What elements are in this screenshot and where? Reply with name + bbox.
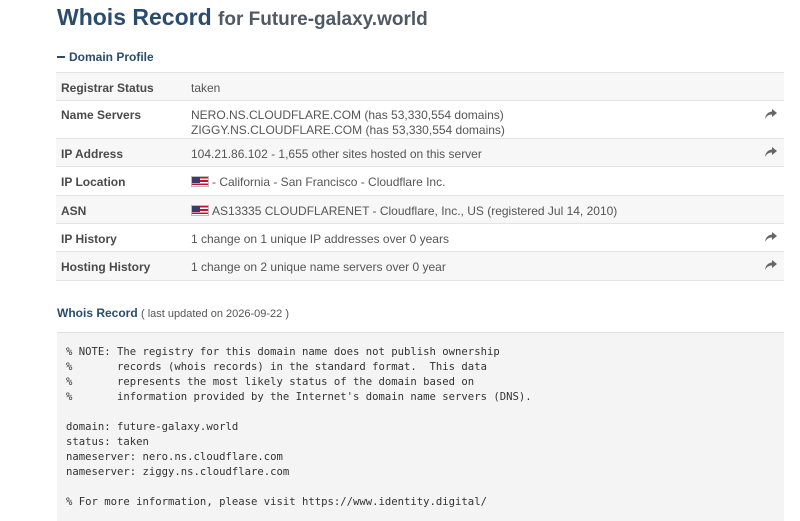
profile-row-value: 1 change on 2 unique name servers over 0… (191, 252, 784, 280)
domain-profile-label: Domain Profile (69, 50, 154, 64)
profile-row-value: taken (191, 73, 784, 100)
us-flag-icon (191, 176, 209, 187)
profile-row-value-line: taken (191, 81, 784, 95)
profile-row: IP Address 104.21.86.102 - 1,655 other si… (56, 139, 784, 167)
page-title-main: Whois Record (57, 4, 212, 30)
profile-row-value-line: NERO.NS.CLOUDFLARE.COM (has 53,330,554 d… (191, 108, 784, 123)
whois-raw-text: % NOTE: The registry for this domain nam… (66, 346, 532, 508)
profile-row-value-line: - California - San Francisco - Cloudflar… (191, 175, 784, 189)
whois-record-title: Whois Record (57, 306, 138, 320)
profile-row: Hosting History 1 change on 2 unique name… (56, 252, 784, 281)
profile-row-value: - California - San Francisco - Cloudflar… (191, 167, 784, 195)
share-arrow-icon[interactable] (764, 146, 778, 158)
page-title-domain: for Future-galaxy.world (218, 9, 428, 30)
profile-row: IP Location - California - San Francisco … (56, 167, 784, 196)
whois-record-heading: Whois Record ( last updated on 2026-09-2… (57, 306, 289, 320)
profile-row-label: IP Location (61, 175, 126, 189)
us-flag-icon (191, 205, 209, 216)
domain-profile-table: Registrar Status taken Name Servers NERO.NS… (56, 72, 784, 281)
share-arrow-icon[interactable] (764, 108, 778, 120)
profile-row-value-line: AS13335 CLOUDFLARENET - Cloudflare, Inc.… (191, 204, 784, 218)
profile-row-value-text: 1 change on 1 unique IP addresses over 0… (191, 232, 449, 246)
share-arrow-icon[interactable] (764, 231, 778, 243)
share-arrow-icon[interactable] (764, 259, 778, 271)
profile-row-value-text: ZIGGY.NS.CLOUDFLARE.COM (has 53,330,554 … (191, 123, 505, 137)
profile-row-value: NERO.NS.CLOUDFLARE.COM (has 53,330,554 d… (191, 101, 784, 138)
profile-row-value-line: 1 change on 1 unique IP addresses over 0… (191, 232, 784, 246)
profile-row-value-text: 104.21.86.102 - 1,655 other sites hosted… (191, 147, 482, 161)
profile-row-value-text: - California - San Francisco - Cloudflar… (212, 175, 446, 189)
whois-last-updated: ( last updated on 2026-09-22 ) (141, 308, 290, 320)
profile-row-label: IP Address (61, 147, 124, 161)
profile-row: Name Servers NERO.NS.CLOUDFLARE.COM (has … (56, 101, 784, 139)
whois-raw-record: % NOTE: The registry for this domain nam… (57, 332, 784, 521)
page-title: Whois Record for Future-galaxy.world (57, 4, 428, 31)
profile-row-value-text: NERO.NS.CLOUDFLARE.COM (has 53,330,554 d… (191, 108, 504, 122)
profile-row-value-line: 104.21.86.102 - 1,655 other sites hosted… (191, 147, 784, 161)
profile-row-label: Registrar Status (61, 81, 154, 95)
profile-row-value: 104.21.86.102 - 1,655 other sites hosted… (191, 139, 784, 166)
profile-row-value-text: 1 change on 2 unique name servers over 0… (191, 260, 446, 274)
profile-row-value-line: ZIGGY.NS.CLOUDFLARE.COM (has 53,330,554 … (191, 123, 784, 138)
profile-row: IP History 1 change on 1 unique IP addres… (56, 224, 784, 252)
profile-row-value: AS13335 CLOUDFLARENET - Cloudflare, Inc.… (191, 196, 784, 223)
profile-row-value-text: AS13335 CLOUDFLARENET - Cloudflare, Inc.… (212, 204, 618, 218)
profile-row-label: Name Servers (61, 108, 142, 122)
profile-row: Registrar Status taken (56, 73, 784, 101)
profile-row-label: ASN (61, 204, 87, 218)
profile-row-value-line: 1 change on 2 unique name servers over 0… (191, 260, 784, 274)
profile-row-label: IP History (61, 232, 117, 246)
profile-row: ASN AS13335 CLOUDFLARENET - Cloudflare, I… (56, 196, 784, 224)
profile-row-value-text: taken (191, 81, 221, 95)
collapse-minus-icon (57, 55, 65, 58)
domain-profile-toggle[interactable]: Domain Profile (57, 50, 154, 64)
profile-row-value: 1 change on 1 unique IP addresses over 0… (191, 224, 784, 251)
profile-row-label: Hosting History (61, 260, 151, 274)
